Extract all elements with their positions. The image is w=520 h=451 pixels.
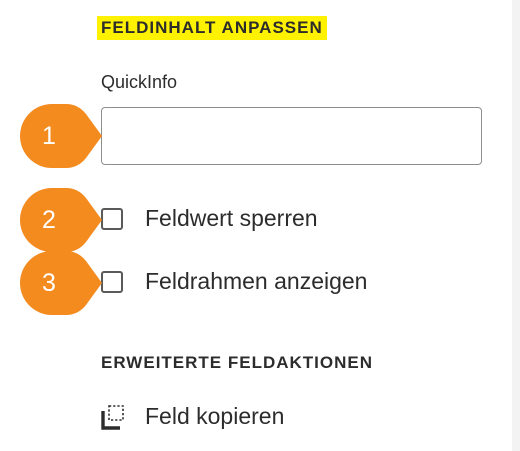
advanced-field-actions-heading: ERWEITERTE FELDAKTIONEN [101,353,374,372]
callout-marker-3: 3 [20,251,102,315]
copy-field-action[interactable]: Feld kopieren [101,403,284,430]
show-field-border-checkbox[interactable] [101,270,123,293]
panel-edge [512,0,520,451]
callout-marker-1: 1 [20,104,102,168]
callout-marker-2: 2 [20,188,102,252]
customize-field-content-heading: FELDINHALT ANPASSEN [97,16,327,40]
quickinfo-input[interactable] [101,107,482,165]
show-field-border-label: Feldrahmen anzeigen [145,268,368,294]
callout-number: 1 [42,122,56,150]
lock-field-value-checkbox[interactable] [101,207,123,230]
callout-number: 2 [42,206,56,234]
callout-number: 3 [42,269,56,297]
copy-field-label: Feld kopieren [145,403,285,429]
show-field-border-option[interactable]: Feldrahmen anzeigen [101,268,367,295]
quickinfo-label: QuickInfo [101,72,178,92]
copy-field-icon [101,404,124,430]
lock-field-value-option[interactable]: Feldwert sperren [101,205,318,232]
lock-field-value-label: Feldwert sperren [145,205,318,231]
